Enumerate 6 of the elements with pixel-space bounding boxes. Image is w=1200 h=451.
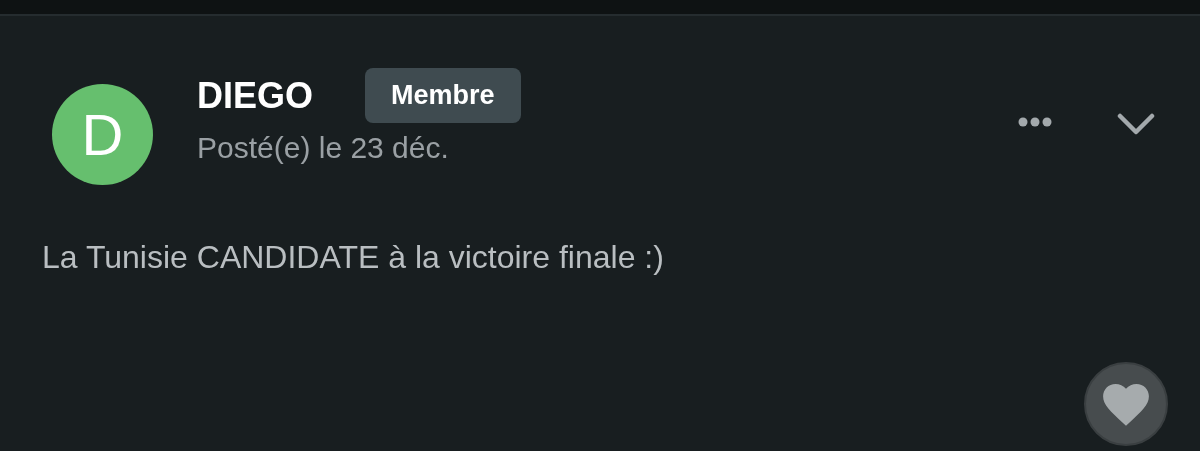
more-icon[interactable] (1017, 116, 1053, 128)
author-name[interactable]: DIEGO (197, 74, 313, 117)
member-badge: Membre (365, 68, 521, 123)
chevron-down-icon[interactable] (1117, 112, 1155, 136)
post-text: La Tunisie CANDIDATE à la victoire finale :) (42, 239, 665, 276)
post-date: Posté(e) le 23 déc. (197, 131, 450, 165)
